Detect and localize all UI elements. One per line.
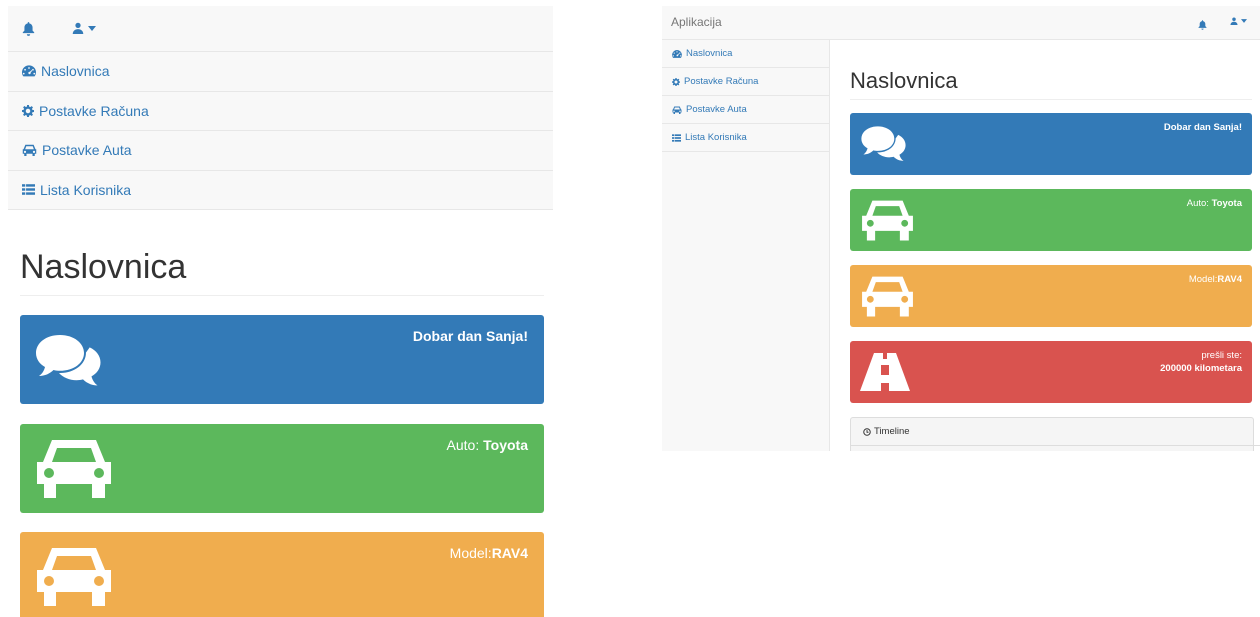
mobile-navbar (8, 6, 553, 52)
title-divider (850, 99, 1252, 100)
car-model-text: Model:RAV4 (450, 545, 528, 561)
user-icon (1230, 17, 1238, 25)
distance-panel: prešli ste: 200000 kilometara (850, 341, 1252, 403)
car-model-text: Model:RAV4 (1189, 273, 1242, 286)
sidebar-item-label: Postavke Računa (684, 76, 759, 87)
user-menu-toggle[interactable] (72, 22, 96, 34)
car-icon (672, 106, 682, 114)
distance-value: 200000 kilometara (1160, 363, 1242, 374)
nav-item-naslovnica[interactable]: Naslovnica (8, 52, 553, 92)
sidebar-item-postavke-racuna[interactable]: Postavke Računa (662, 68, 829, 96)
comments-icon (34, 333, 104, 392)
car-model-label: Model: (1188, 274, 1218, 285)
desktop-navbar: Aplikacija (662, 6, 1260, 40)
mobile-nav-menu: Naslovnica Postavke Računa Postavke Auta… (8, 52, 553, 210)
car-brand-text: Auto: Toyota (1187, 197, 1242, 210)
car-brand-value: Toyota (483, 437, 528, 453)
car-brand-panel: Auto: Toyota (20, 424, 544, 513)
sidebar-item-label: Naslovnica (686, 48, 733, 59)
car-model-label: Model: (449, 545, 492, 561)
nav-item-lista-korisnika[interactable]: Lista Korisnika (8, 171, 553, 210)
desktop-view: Aplikacija Naslovnica Postavke Računa Po… (662, 6, 1260, 451)
car-model-panel: Model:RAV4 (20, 532, 544, 617)
car-brand-value: Toyota (1211, 198, 1242, 209)
nav-item-label: Naslovnica (41, 63, 110, 80)
gear-icon (22, 104, 34, 117)
car-model-panel: Model:RAV4 (850, 265, 1252, 327)
list-icon (672, 133, 681, 142)
caret-down-icon (88, 25, 96, 31)
timeline-panel: Timeline (850, 417, 1260, 451)
title-divider (20, 295, 544, 296)
sidebar-item-label: Postavke Auta (686, 104, 747, 115)
page-title: Naslovnica (850, 68, 958, 93)
car-icon (34, 546, 114, 613)
nav-item-label: Postavke Računa (39, 102, 149, 119)
car-icon (860, 275, 915, 323)
distance-label: prešli ste: (1201, 350, 1242, 361)
greeting-text: Dobar dan Sanja! (1163, 122, 1242, 133)
user-icon (72, 22, 84, 34)
bell-icon[interactable] (1198, 17, 1207, 35)
caret-down-icon (1241, 19, 1247, 23)
list-icon (22, 184, 35, 196)
car-icon (860, 199, 915, 247)
brand-link[interactable]: Aplikacija (671, 15, 722, 29)
car-icon (34, 438, 114, 505)
user-menu-toggle[interactable] (1230, 17, 1247, 25)
dashboard-icon (22, 65, 36, 77)
nav-item-label: Lista Korisnika (40, 181, 132, 198)
car-model-value: RAV4 (491, 545, 528, 561)
car-brand-text: Auto: Toyota (447, 437, 528, 453)
distance-text: prešli ste: 200000 kilometara (1160, 349, 1242, 375)
greeting-panel: Dobar dan Sanja! (20, 315, 544, 404)
sidebar-item-label: Lista Korisnika (685, 132, 747, 143)
car-model-value: RAV4 (1217, 274, 1242, 285)
mobile-view: Naslovnica Postavke Računa Postavke Auta… (8, 0, 553, 617)
car-icon (22, 145, 37, 157)
nav-item-postavke-racuna[interactable]: Postavke Računa (8, 92, 553, 131)
sidebar-item-postavke-auta[interactable]: Postavke Auta (662, 96, 829, 124)
gear-icon (672, 77, 680, 86)
comments-icon (860, 125, 908, 167)
nav-item-label: Postavke Auta (42, 142, 132, 159)
car-brand-panel: Auto: Toyota (850, 189, 1252, 251)
sidebar-item-lista-korisnika[interactable]: Lista Korisnika (662, 124, 829, 152)
sidebar: Naslovnica Postavke Računa Postavke Auta… (662, 40, 830, 451)
timeline-title: Timeline (874, 426, 910, 437)
nav-item-postavke-auta[interactable]: Postavke Auta (8, 131, 553, 171)
page-title: Naslovnica (20, 248, 187, 286)
timeline-header: Timeline (851, 418, 1260, 446)
car-brand-label: Auto: (1186, 198, 1212, 209)
road-icon (860, 353, 910, 396)
greeting-panel: Dobar dan Sanja! (850, 113, 1252, 175)
sidebar-item-naslovnica[interactable]: Naslovnica (662, 40, 829, 68)
clock-icon (863, 427, 871, 436)
dashboard-icon (672, 49, 682, 58)
car-brand-label: Auto: (446, 437, 484, 453)
greeting-text: Dobar dan Sanja! (412, 328, 528, 344)
bell-icon[interactable] (22, 22, 35, 41)
